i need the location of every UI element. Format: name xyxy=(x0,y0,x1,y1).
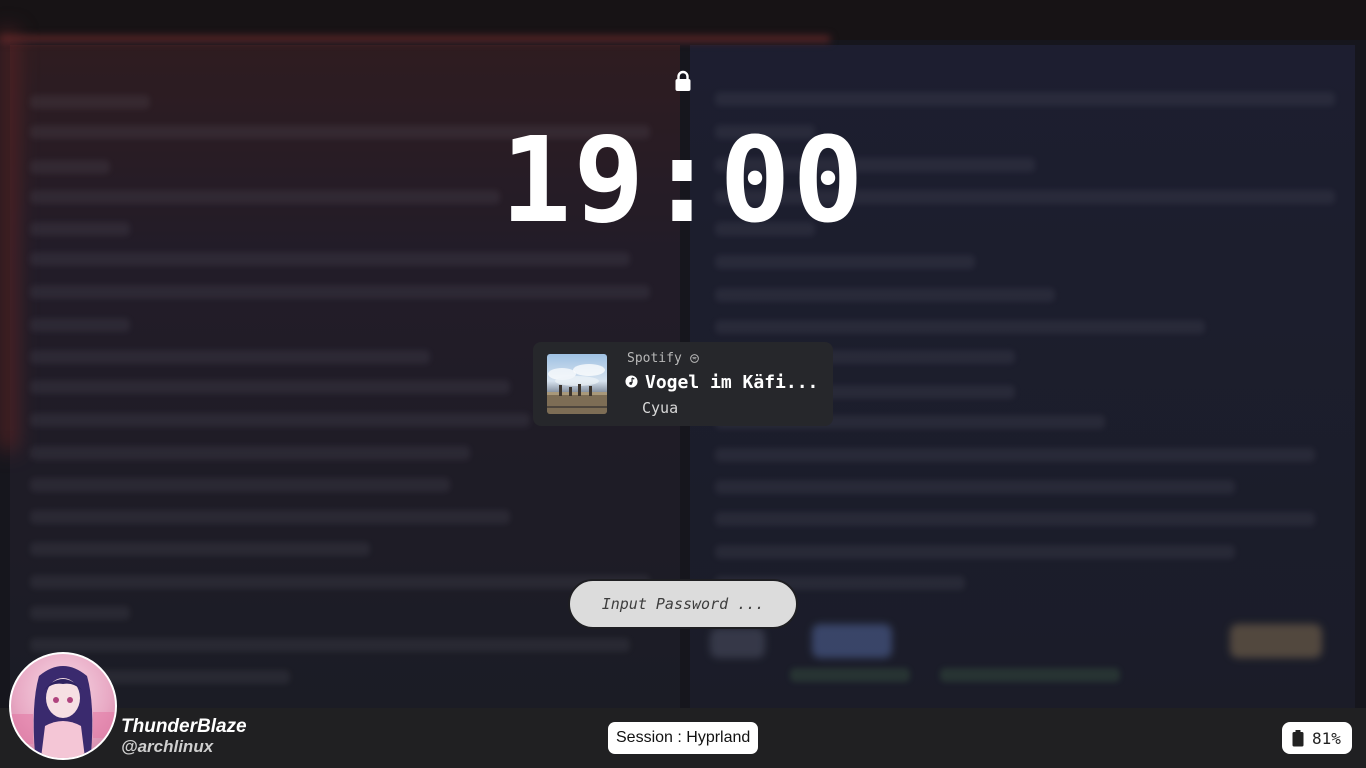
media-player-card: Spotify Vogel im Käfi... Cyua xyxy=(533,342,833,426)
session-selector[interactable]: Session : Hyprland xyxy=(608,722,759,754)
user-name: ThunderBlaze xyxy=(121,716,247,737)
battery-icon xyxy=(1292,730,1304,747)
lock-icon xyxy=(675,70,691,91)
album-art xyxy=(547,354,607,414)
album-art-illustration xyxy=(547,364,607,414)
player-name: Spotify xyxy=(627,351,682,366)
clock-time: 19:00 xyxy=(500,111,866,249)
track-artist: Cyua xyxy=(642,399,679,417)
spotify-icon xyxy=(690,354,699,363)
track-title: Vogel im Käfi... xyxy=(645,372,819,393)
password-input[interactable] xyxy=(568,579,798,629)
user-handle: @archlinux xyxy=(121,737,214,756)
music-note-icon xyxy=(625,375,638,388)
battery-level: 81% xyxy=(1312,729,1341,748)
avatar-illustration xyxy=(11,666,115,758)
battery-indicator: 81% xyxy=(1282,722,1352,754)
user-avatar xyxy=(9,652,117,760)
